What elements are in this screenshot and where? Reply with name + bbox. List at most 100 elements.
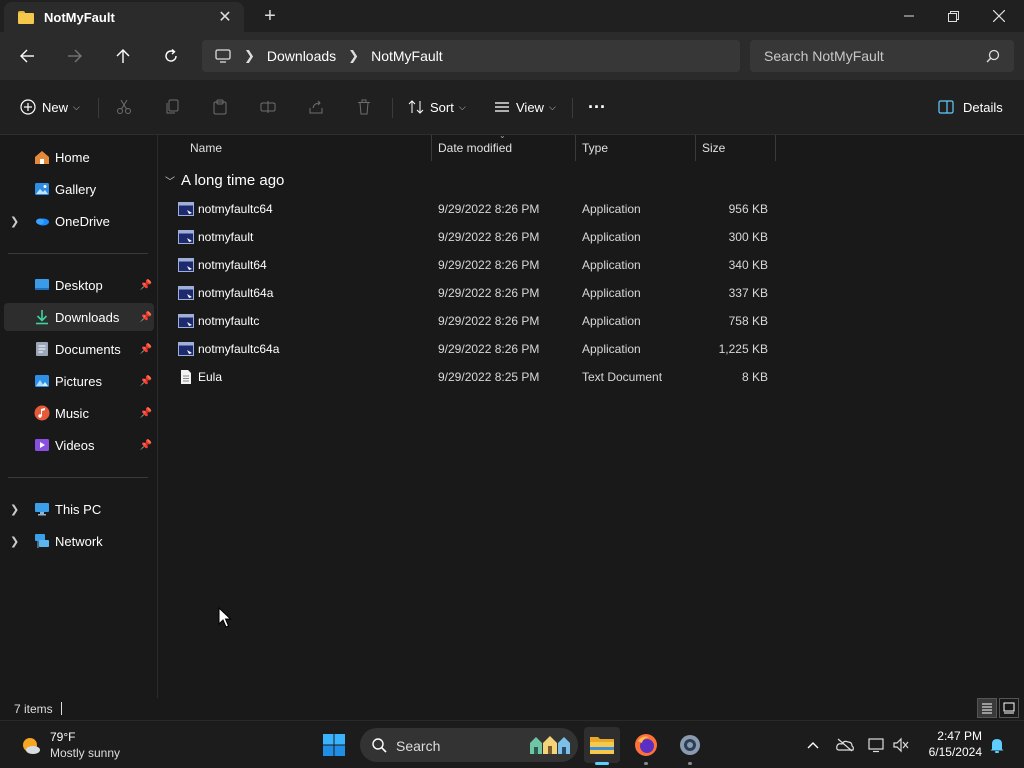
network-tray-button[interactable] (865, 733, 889, 757)
volume-tray-button[interactable] (889, 733, 913, 757)
window-tab[interactable]: NotMyFault ✕ (4, 2, 244, 32)
taskbar-firefox[interactable] (628, 727, 664, 765)
up-button[interactable] (107, 40, 139, 72)
new-tab-button[interactable]: + (258, 4, 282, 28)
column-divider[interactable] (575, 135, 576, 161)
sidebar-item-network[interactable]: ❯ Network (4, 527, 154, 555)
details-button[interactable]: Details (938, 92, 1003, 122)
network-icon (35, 534, 49, 548)
tab-close-button[interactable]: ✕ (212, 7, 238, 27)
file-row[interactable]: notmyfaultc64a 9/29/2022 8:26 PM Applicati… (171, 335, 781, 363)
file-row[interactable]: Eula 9/29/2022 8:25 PM Text Document 8 KB (171, 363, 781, 391)
sort-button[interactable]: Sort ⌵ (408, 92, 466, 122)
sidebar-item-label: Pictures (55, 373, 102, 389)
file-row[interactable]: notmyfaultc 9/29/2022 8:26 PM Application 7… (171, 307, 781, 335)
taskbar-settings[interactable] (672, 727, 708, 765)
file-list: Name Date modified ⌄ Type Size ﹀ A long … (159, 131, 1024, 698)
file-date-modified: 9/29/2022 8:26 PM (438, 202, 540, 216)
music-icon (34, 405, 50, 421)
arrow-up-icon (116, 49, 130, 63)
file-type: Application (582, 202, 641, 216)
search-highlight-icon (530, 736, 570, 754)
pin-icon[interactable]: 📌 (140, 280, 152, 291)
sidebar-item-label: Downloads (55, 309, 120, 325)
share-button[interactable] (308, 92, 324, 122)
file-row[interactable]: notmyfault64 9/29/2022 8:26 PM Application… (171, 251, 781, 279)
pin-icon[interactable]: 📌 (140, 408, 152, 419)
search-input[interactable] (764, 48, 974, 64)
pin-icon[interactable]: 📌 (140, 344, 152, 355)
sidebar-item-desktop[interactable]: Desktop 📌 (4, 271, 154, 299)
chevron-right-icon[interactable]: ❯ (10, 215, 19, 228)
address-bar[interactable]: ❯ Downloads ❯ NotMyFault (202, 40, 740, 72)
minimize-button[interactable] (886, 0, 932, 32)
file-name: notmyfault64a (198, 286, 274, 300)
breadcrumb-notmyfault[interactable]: NotMyFault (371, 48, 443, 64)
sidebar-item-gallery[interactable]: Gallery (4, 175, 154, 203)
column-header-type[interactable]: Type (582, 135, 608, 161)
restore-button[interactable] (930, 0, 976, 32)
start-button[interactable] (316, 727, 352, 763)
forward-button[interactable] (59, 40, 91, 72)
details-view-button[interactable] (977, 698, 997, 718)
back-button[interactable] (11, 40, 43, 72)
taskbar-file-explorer[interactable] (584, 727, 620, 765)
rename-icon (260, 101, 276, 113)
chevron-right-icon: ❯ (244, 48, 255, 63)
file-row[interactable]: notmyfaultc64 9/29/2022 8:26 PM Applicatio… (171, 195, 781, 223)
application-icon (178, 230, 194, 244)
chevron-right-icon[interactable]: ❯ (10, 503, 19, 516)
weather-widget[interactable]: 79°F Mostly sunny (14, 729, 144, 761)
file-size: 340 KB (728, 258, 768, 272)
settings-gear-icon (680, 735, 700, 755)
file-date-modified: 9/29/2022 8:26 PM (438, 314, 540, 328)
view-button[interactable]: View ⌵ (494, 92, 556, 122)
chevron-right-icon[interactable]: ❯ (10, 535, 19, 548)
pin-icon[interactable]: 📌 (140, 440, 152, 451)
application-icon (178, 342, 194, 356)
status-bar: 7 items (0, 698, 1024, 720)
file-size: 8 KB (741, 370, 768, 384)
file-date-modified: 9/29/2022 8:26 PM (438, 230, 540, 244)
column-divider[interactable] (431, 135, 432, 161)
taskbar-clock[interactable]: 2:47 PM 6/15/2024 (916, 729, 982, 759)
file-row[interactable]: notmyfault 9/29/2022 8:26 PM Application 30… (171, 223, 781, 251)
sidebar-item-documents[interactable]: Documents 📌 (4, 335, 154, 363)
tiles-view-button[interactable] (999, 698, 1019, 718)
sidebar-item-label: Desktop (55, 277, 103, 293)
sidebar-item-home[interactable]: Home (4, 143, 154, 171)
clock-date: 6/15/2024 (928, 745, 982, 759)
group-header[interactable]: ﹀ A long time ago (165, 169, 284, 191)
show-hidden-icons-button[interactable] (801, 733, 825, 757)
taskbar-search[interactable]: Search (360, 728, 578, 762)
sidebar-item-this-pc[interactable]: ❯ This PC (4, 495, 154, 523)
more-options-button[interactable]: ··· (588, 92, 606, 122)
breadcrumb-downloads[interactable]: Downloads (267, 48, 336, 64)
sidebar-item-downloads[interactable]: Downloads 📌 (4, 303, 154, 331)
new-button[interactable]: New ⌵ (20, 92, 80, 122)
close-window-button[interactable] (976, 0, 1022, 32)
pin-icon[interactable]: 📌 (140, 312, 152, 323)
cut-button[interactable] (116, 92, 132, 122)
search-icon[interactable] (986, 49, 1000, 66)
rename-button[interactable] (260, 92, 276, 122)
chevron-right-icon: ❯ (348, 48, 360, 63)
application-icon (178, 202, 194, 216)
pin-icon[interactable]: 📌 (140, 376, 152, 387)
refresh-button[interactable] (155, 40, 187, 72)
file-row[interactable]: notmyfault64a 9/29/2022 8:26 PM Applicatio… (171, 279, 781, 307)
notifications-button[interactable] (985, 733, 1009, 757)
sidebar-item-pictures[interactable]: Pictures 📌 (4, 367, 154, 395)
paste-button[interactable] (212, 92, 228, 122)
column-divider[interactable] (775, 135, 776, 161)
sidebar-item-music[interactable]: Music 📌 (4, 399, 154, 427)
column-divider[interactable] (695, 135, 696, 161)
sidebar-item-videos[interactable]: Videos 📌 (4, 431, 154, 459)
column-header-name[interactable]: Name (190, 135, 222, 161)
sidebar-item-onedrive[interactable]: ❯ OneDrive (4, 207, 154, 235)
search-icon (372, 738, 387, 753)
column-header-size[interactable]: Size (702, 135, 725, 161)
copy-button[interactable] (164, 92, 180, 122)
onedrive-tray-button[interactable] (833, 733, 857, 757)
delete-button[interactable] (356, 92, 372, 122)
